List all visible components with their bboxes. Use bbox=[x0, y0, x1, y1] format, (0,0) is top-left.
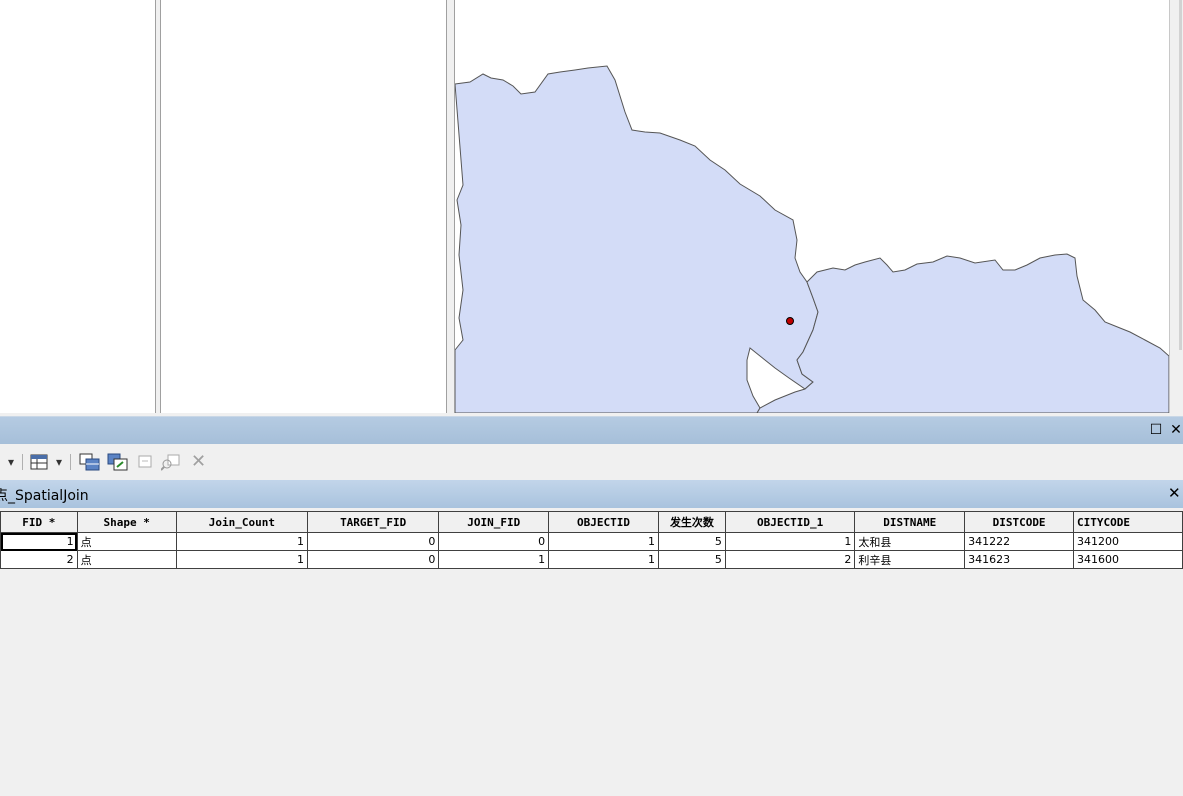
column-header[interactable]: JOIN_FID bbox=[438, 511, 550, 533]
district-polygon-east[interactable] bbox=[756, 253, 1169, 413]
column-header[interactable]: DISTNAME bbox=[854, 511, 966, 533]
table-toolbar: ▾ ▾ ✕ bbox=[0, 445, 1183, 479]
clear-selection-icon[interactable] bbox=[137, 453, 153, 471]
switch-selection-icon[interactable] bbox=[107, 453, 129, 471]
map-splitter[interactable] bbox=[446, 0, 455, 413]
table-row[interactable]: 2 点 1 0 1 1 5 2 利辛县 341623 341600 bbox=[0, 550, 1183, 569]
table-cell[interactable]: 5 bbox=[657, 550, 726, 569]
table-header-row: FID * Shape * Join_Count TARGET_FID JOIN… bbox=[0, 511, 1183, 533]
column-header[interactable]: Join_Count bbox=[175, 511, 309, 533]
close-icon[interactable]: ✕ bbox=[1168, 484, 1181, 502]
table-window-titlebar[interactable]: ☐ ✕ bbox=[0, 416, 1183, 444]
table-cell[interactable]: 2 bbox=[724, 550, 856, 569]
table-cell[interactable]: 1 bbox=[0, 532, 78, 551]
table-cell[interactable]: 1 bbox=[175, 550, 309, 569]
toolbar-separator bbox=[70, 454, 71, 470]
column-header[interactable]: Shape * bbox=[76, 511, 177, 533]
attribute-table: FID * Shape * Join_Count TARGET_FID JOIN… bbox=[0, 511, 1183, 572]
table-tab-bar: 点_SpatialJoin ✕ bbox=[0, 480, 1183, 508]
table-cell[interactable]: 1 bbox=[724, 532, 856, 551]
column-header[interactable]: OBJECTID bbox=[548, 511, 659, 533]
toolbar-separator bbox=[22, 454, 23, 470]
map-view[interactable] bbox=[455, 0, 1169, 413]
table-of-contents-panel bbox=[161, 0, 446, 413]
close-icon[interactable]: ✕ bbox=[1169, 422, 1183, 438]
table-cell[interactable]: 利辛县 bbox=[854, 550, 966, 569]
map-workspace bbox=[0, 0, 1183, 413]
dropdown-arrow-icon[interactable]: ▾ bbox=[56, 453, 62, 471]
table-cell[interactable]: 341222 bbox=[964, 532, 1075, 551]
table-cell[interactable]: 341623 bbox=[964, 550, 1075, 569]
table-cell[interactable]: 0 bbox=[307, 532, 440, 551]
maximize-icon[interactable]: ☐ bbox=[1149, 422, 1163, 438]
scrollbar-thumb[interactable] bbox=[1179, 0, 1182, 350]
table-cell[interactable]: 点 bbox=[76, 550, 177, 569]
column-header[interactable]: FID * bbox=[0, 511, 78, 533]
table-cell[interactable]: 1 bbox=[438, 550, 550, 569]
column-header[interactable]: DISTCODE bbox=[964, 511, 1075, 533]
table-cell[interactable]: 341600 bbox=[1073, 550, 1183, 569]
table-row[interactable]: 1 点 1 0 0 1 5 1 太和县 341222 341200 bbox=[0, 532, 1183, 551]
column-header[interactable]: TARGET_FID bbox=[307, 511, 440, 533]
zoom-to-selected-icon[interactable] bbox=[160, 453, 181, 471]
point-feature-marker[interactable] bbox=[786, 317, 794, 325]
column-header[interactable]: 发生次数 bbox=[657, 511, 726, 533]
table-cell[interactable]: 1 bbox=[175, 532, 309, 551]
table-options-icon[interactable] bbox=[30, 453, 50, 471]
map-canvas[interactable] bbox=[455, 0, 1169, 413]
table-cell[interactable]: 5 bbox=[657, 532, 726, 551]
table-cell[interactable]: 1 bbox=[548, 550, 659, 569]
table-cell[interactable]: 太和县 bbox=[854, 532, 966, 551]
table-cell[interactable]: 1 bbox=[548, 532, 659, 551]
table-cell[interactable]: 341200 bbox=[1073, 532, 1183, 551]
left-panel bbox=[0, 0, 155, 413]
table-cell[interactable]: 0 bbox=[307, 550, 440, 569]
district-polygon-west[interactable] bbox=[455, 65, 819, 413]
delete-selected-icon[interactable]: ✕ bbox=[191, 453, 206, 471]
table-cell[interactable]: 2 bbox=[0, 550, 78, 569]
map-vertical-scrollbar[interactable] bbox=[1169, 0, 1183, 413]
dropdown-arrow-icon[interactable]: ▾ bbox=[8, 453, 14, 471]
table-cell[interactable]: 点 bbox=[76, 532, 177, 551]
column-header[interactable]: OBJECTID_1 bbox=[724, 511, 856, 533]
select-by-attributes-icon[interactable] bbox=[79, 453, 101, 471]
column-header[interactable]: CITYCODE bbox=[1073, 511, 1183, 533]
table-tab-title[interactable]: 点_SpatialJoin bbox=[0, 485, 89, 505]
table-cell[interactable]: 0 bbox=[438, 532, 550, 551]
